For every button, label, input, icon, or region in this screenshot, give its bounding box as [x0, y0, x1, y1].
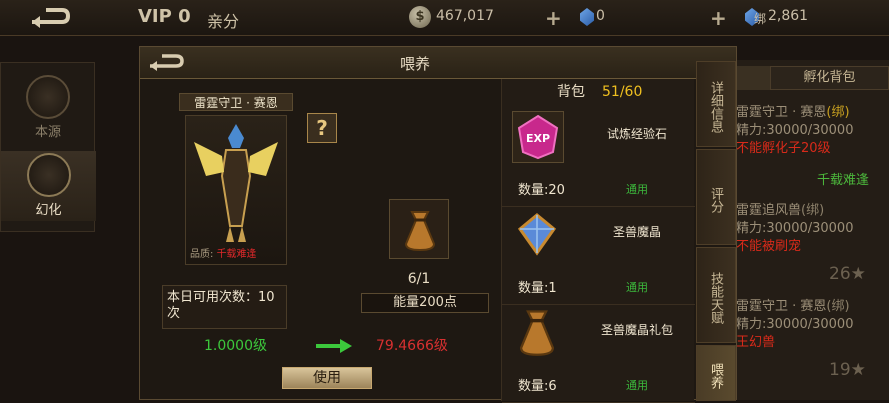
item-quantity: 数量:6	[518, 379, 557, 394]
top-bar: VIP 0 亲分 $ 467,017 + 0 + 绑 2,861	[0, 0, 889, 36]
gold-coin-icon: $	[409, 6, 431, 28]
item-count: 6/1	[407, 271, 431, 287]
feed-panel: 雷霆守卫 · 赛恩 品质: 千载难逢 ? 6/1 能量200点 本日可用次数：1…	[154, 93, 494, 399]
item-name: 圣兽魔晶礼包	[600, 323, 673, 337]
tab-hatch-bag[interactable]: 孵化背包	[770, 66, 889, 90]
vip-level: VIP 0	[138, 6, 191, 27]
quality-value: 千载难逢	[216, 249, 257, 260]
bound-gem-prefix: 绑	[754, 12, 767, 26]
back-icon[interactable]	[28, 6, 72, 30]
pet-name: 雷霆追风兽	[736, 203, 802, 218]
transform-icon	[26, 153, 71, 197]
bag-panel: 背包 51/60 EXP 试炼经验石 数量:20 通用 圣兽魔晶 数量:1 通用…	[501, 79, 695, 403]
origin-icon	[26, 75, 70, 119]
bound-gem-amount: 2,861	[768, 8, 809, 24]
pet-name: 雷霆守卫 · 赛恩	[736, 105, 827, 120]
energy-value: 能量200点	[361, 293, 489, 313]
nav-label: 本源	[34, 125, 61, 140]
add-gem-button[interactable]: +	[710, 6, 727, 30]
gem-icon	[580, 8, 594, 26]
item-quantity: 数量:20	[518, 183, 565, 198]
bound-tag: (绑)	[801, 203, 825, 218]
exp-icon-text: EXP	[526, 132, 550, 145]
tab-skills[interactable]: 技能天赋	[696, 247, 736, 343]
list-item[interactable]: 雷霆守卫 · 赛恩(绑) 精力:30000/30000 不能孵化子20级 千载难…	[736, 104, 889, 190]
gold-amount: 467,017	[436, 8, 494, 24]
bound-tag: (绑)	[826, 299, 850, 314]
quality-title: 品质:	[190, 249, 214, 260]
dialog-header: 喂养	[140, 47, 736, 79]
side-tabs: 详细信息 评分 技能天赋 喂养	[696, 61, 736, 401]
nav-item-origin[interactable]: 本源	[19, 75, 77, 145]
bag-header: 背包 51/60	[502, 79, 695, 105]
bag-capacity: 51/60	[602, 84, 643, 100]
current-level: 1.0000级	[204, 338, 267, 354]
item-status: 通用	[626, 281, 648, 294]
feed-dialog: 喂养 雷霆守卫 · 赛恩 品质: 千载难逢 ? 6/1 能量200点 本日可用次…	[139, 46, 737, 403]
exp-stone-icon: EXP	[512, 111, 564, 163]
pet-warning: 不能被刷宠	[736, 239, 802, 254]
tab-inactive[interactable]	[736, 66, 770, 90]
tab-feed[interactable]: 喂养	[696, 345, 736, 401]
nav-item-transform[interactable]: 幻化	[1, 151, 96, 221]
item-quantity: 数量:1	[518, 281, 557, 296]
feed-item-slot[interactable]	[389, 199, 449, 259]
star-rating: 19★	[829, 360, 866, 380]
list-item[interactable]: 雷霆守卫 · 赛恩(绑) 精力:30000/30000 王幻兽	[736, 298, 889, 352]
pet-figure-icon	[194, 124, 278, 242]
item-status: 通用	[626, 379, 648, 392]
tab-details[interactable]: 详细信息	[696, 61, 736, 147]
pet-name-label: 雷霆守卫 · 赛恩	[179, 93, 293, 111]
nav-label: 幻化	[35, 203, 62, 218]
item-status: 通用	[626, 183, 648, 196]
pet-warning: 不能孵化子20级	[736, 141, 831, 156]
pet-stat: 精力:30000/30000	[736, 221, 854, 236]
item-name: 圣兽魔晶	[612, 225, 661, 239]
bag-item[interactable]: 圣兽魔晶礼包 数量:6 通用	[502, 305, 695, 403]
list-item[interactable]: 雷霆追风兽(绑) 精力:30000/30000 不能被刷宠	[736, 202, 889, 256]
next-level: 79.4666级	[376, 338, 448, 354]
pet-stat: 精力:30000/30000	[736, 123, 854, 138]
pouch-icon	[512, 307, 564, 359]
crystal-icon	[512, 209, 564, 261]
pet-portrait: 品质: 千载难逢	[185, 115, 287, 265]
gem-amount: 0	[596, 8, 605, 24]
relation-label: 亲分	[207, 12, 240, 31]
pet-stat: 精力:30000/30000	[736, 317, 854, 332]
daily-uses: 本日可用次数：10次	[162, 285, 287, 329]
use-button[interactable]: 使用	[282, 367, 372, 389]
arrow-right-icon	[316, 339, 352, 353]
dialog-title: 喂养	[399, 55, 430, 73]
star-rating: 26★	[829, 264, 866, 284]
bound-tag: (绑)	[826, 105, 850, 120]
bag-item[interactable]: EXP 试炼经验石 数量:20 通用	[502, 109, 695, 207]
tab-rating[interactable]: 评分	[696, 149, 736, 245]
quality-label: 品质: 千载难逢	[190, 245, 257, 260]
left-nav: 本源 幻化	[0, 62, 96, 232]
bag-item[interactable]: 圣兽魔晶 数量:1 通用	[502, 207, 695, 305]
help-button[interactable]: ?	[307, 113, 337, 143]
bag-title: 背包	[557, 84, 585, 100]
pouch-icon	[404, 211, 436, 252]
pet-warning: 王幻兽	[736, 335, 776, 350]
item-name: 试炼经验石	[606, 127, 667, 141]
pet-name: 雷霆守卫 · 赛恩	[736, 299, 827, 314]
pet-rarity: 千载难逢	[816, 173, 869, 188]
add-gold-button[interactable]: +	[545, 6, 562, 30]
